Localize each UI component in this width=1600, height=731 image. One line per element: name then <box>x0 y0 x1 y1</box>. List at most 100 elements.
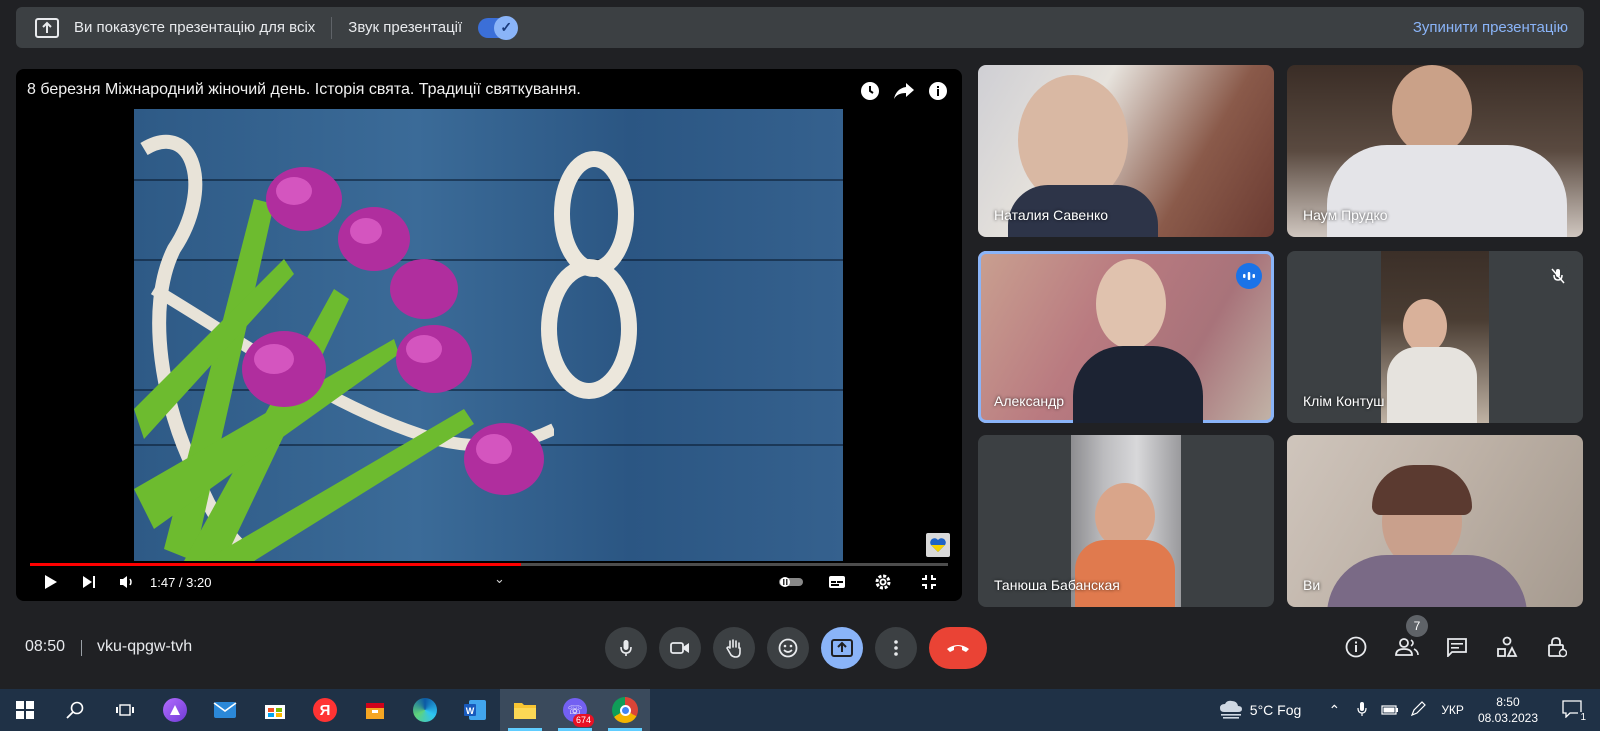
participant-tile[interactable]: Ви <box>1287 435 1583 607</box>
viber-icon[interactable]: ☏ 674 <box>550 689 600 731</box>
divider <box>81 640 82 656</box>
meeting-code: vku-qpgw-tvh <box>97 638 193 655</box>
camera-icon <box>670 642 689 654</box>
participant-name: Ви <box>1303 577 1321 593</box>
pen-icon[interactable] <box>1407 700 1429 720</box>
word-icon[interactable]: W <box>450 689 500 731</box>
notifications-icon[interactable]: 1 <box>1562 699 1588 723</box>
participant-video <box>1381 251 1489 423</box>
participant-name: Наум Прудко <box>1303 207 1388 223</box>
windows-start-icon[interactable] <box>0 689 50 731</box>
hand-icon <box>726 639 741 658</box>
viber-unread-badge: 674 <box>572 714 594 727</box>
meeting-clock: 08:50 <box>25 638 66 655</box>
share-icon[interactable] <box>892 79 916 103</box>
volume-icon[interactable] <box>112 569 142 595</box>
chrome-icon[interactable] <box>600 689 650 731</box>
edge-browser-icon[interactable] <box>400 689 450 731</box>
host-controls-lock-icon[interactable] <box>1543 633 1571 661</box>
presentation-sound-label: Звук презентації <box>348 19 463 36</box>
svg-text:W: W <box>466 706 475 716</box>
participant-tile[interactable]: Александр <box>978 251 1274 423</box>
settings-gear-icon[interactable] <box>868 569 898 595</box>
tray-time: 8:50 <box>1496 695 1520 709</box>
presenting-message: Ви показуєте презентацію для всіх <box>74 19 316 36</box>
autoplay-toggle[interactable] <box>776 569 806 595</box>
date-time[interactable]: 8:50 08.03.2023 <box>1478 694 1538 726</box>
search-icon[interactable] <box>50 689 100 731</box>
present-screen-icon <box>831 639 853 657</box>
people-icon[interactable] <box>1393 633 1421 661</box>
rope-figure-eight <box>541 151 637 399</box>
participant-tile[interactable]: Клім Контуш <box>1287 251 1583 423</box>
participant-name: Александр <box>994 393 1065 409</box>
alice-assistant-icon[interactable] <box>150 689 200 731</box>
battery-icon[interactable] <box>1379 702 1401 718</box>
video-player[interactable]: 8 березня Міжнародний жіночий день. Істо… <box>16 69 962 601</box>
presentation-sound-toggle[interactable]: ✓ <box>478 15 519 40</box>
tray-date: 08.03.2023 <box>1477 711 1538 725</box>
smiley-icon <box>778 638 798 658</box>
video-progress-fill <box>30 563 522 566</box>
leave-call-button[interactable] <box>929 627 987 669</box>
more-options-button[interactable] <box>875 627 917 669</box>
weather-widget[interactable]: 5°C Fog <box>1218 700 1302 720</box>
check-icon: ✓ <box>494 15 519 40</box>
weather-text: 5°C Fog <box>1249 702 1302 718</box>
yandex-browser-icon[interactable]: Я <box>300 689 350 731</box>
microphone-tray-icon[interactable] <box>1351 701 1373 720</box>
player-top-icons <box>858 79 950 103</box>
video-time: 1:47 / 3:20 <box>150 574 212 590</box>
participant-name: Наталия Савенко <box>994 207 1109 223</box>
tulips-image <box>134 135 554 561</box>
participant-tile[interactable]: Наталия Савенко <box>978 65 1274 237</box>
raise-hand-button[interactable] <box>713 627 755 669</box>
chat-icon[interactable] <box>1443 633 1471 661</box>
activities-icon[interactable] <box>1493 633 1521 661</box>
microsoft-store-icon[interactable] <box>250 689 300 731</box>
chevron-up-icon[interactable]: ⌃ <box>1323 702 1345 719</box>
exit-fullscreen-icon[interactable] <box>914 569 944 595</box>
chevron-down-icon[interactable]: ⌄ <box>494 571 505 587</box>
video-title[interactable]: 8 березня Міжнародний жіночий день. Істо… <box>27 81 581 99</box>
participant-tile[interactable]: Наум Прудко <box>1287 65 1583 237</box>
watch-later-clock-icon[interactable] <box>858 79 882 103</box>
task-view-icon[interactable] <box>100 689 150 731</box>
present-now-button[interactable] <box>821 627 863 669</box>
video-progress-bar[interactable] <box>30 563 948 566</box>
next-icon[interactable] <box>74 569 104 595</box>
participant-video <box>1096 259 1166 349</box>
windows-taskbar: Я W ☏ 674 5°C Fog ⌃ УКР 8:50 08.03.2023 … <box>0 689 1600 731</box>
more-vertical-icon <box>894 640 898 656</box>
player-controls: 1:47 / 3:20 ⌄ <box>36 569 952 595</box>
presentation-banner: Ви показуєте презентацію для всіх Звук п… <box>16 7 1584 48</box>
mic-muted-icon <box>1545 263 1571 289</box>
camera-button[interactable] <box>659 627 701 669</box>
fog-cloud-icon <box>1219 700 1242 719</box>
divider <box>331 16 333 39</box>
system-tray: 5°C Fog ⌃ УКР 8:50 08.03.2023 1 <box>1218 689 1600 731</box>
notification-count: 1 <box>1578 711 1588 723</box>
present-screen-icon <box>34 17 60 39</box>
archive-app-icon[interactable] <box>350 689 400 731</box>
play-icon[interactable] <box>36 569 66 595</box>
meeting-controls-bar: 08:50 vku-qpgw-tvh 7 <box>0 615 1600 674</box>
speaking-indicator-icon <box>1236 263 1262 289</box>
meeting-details-icon[interactable] <box>1342 633 1370 661</box>
ukraine-heart-badge <box>926 533 950 557</box>
participant-name: Клім Контуш <box>1303 393 1385 409</box>
info-icon[interactable] <box>926 79 950 103</box>
participant-video <box>1392 65 1472 155</box>
participant-name: Танюша Бабанская <box>994 577 1120 593</box>
video-frame <box>134 109 843 561</box>
input-language[interactable]: УКР <box>1441 703 1464 717</box>
emoji-reaction-button[interactable] <box>767 627 809 669</box>
mail-icon[interactable] <box>200 689 250 731</box>
subtitles-icon[interactable] <box>822 569 852 595</box>
file-explorer-icon[interactable] <box>500 689 550 731</box>
stop-presenting-button[interactable]: Зупинити презентацію <box>1413 19 1568 36</box>
microphone-icon <box>620 640 632 656</box>
participant-tile[interactable]: Танюша Бабанская <box>978 435 1274 607</box>
microphone-button[interactable] <box>605 627 647 669</box>
hang-up-icon <box>947 645 969 652</box>
